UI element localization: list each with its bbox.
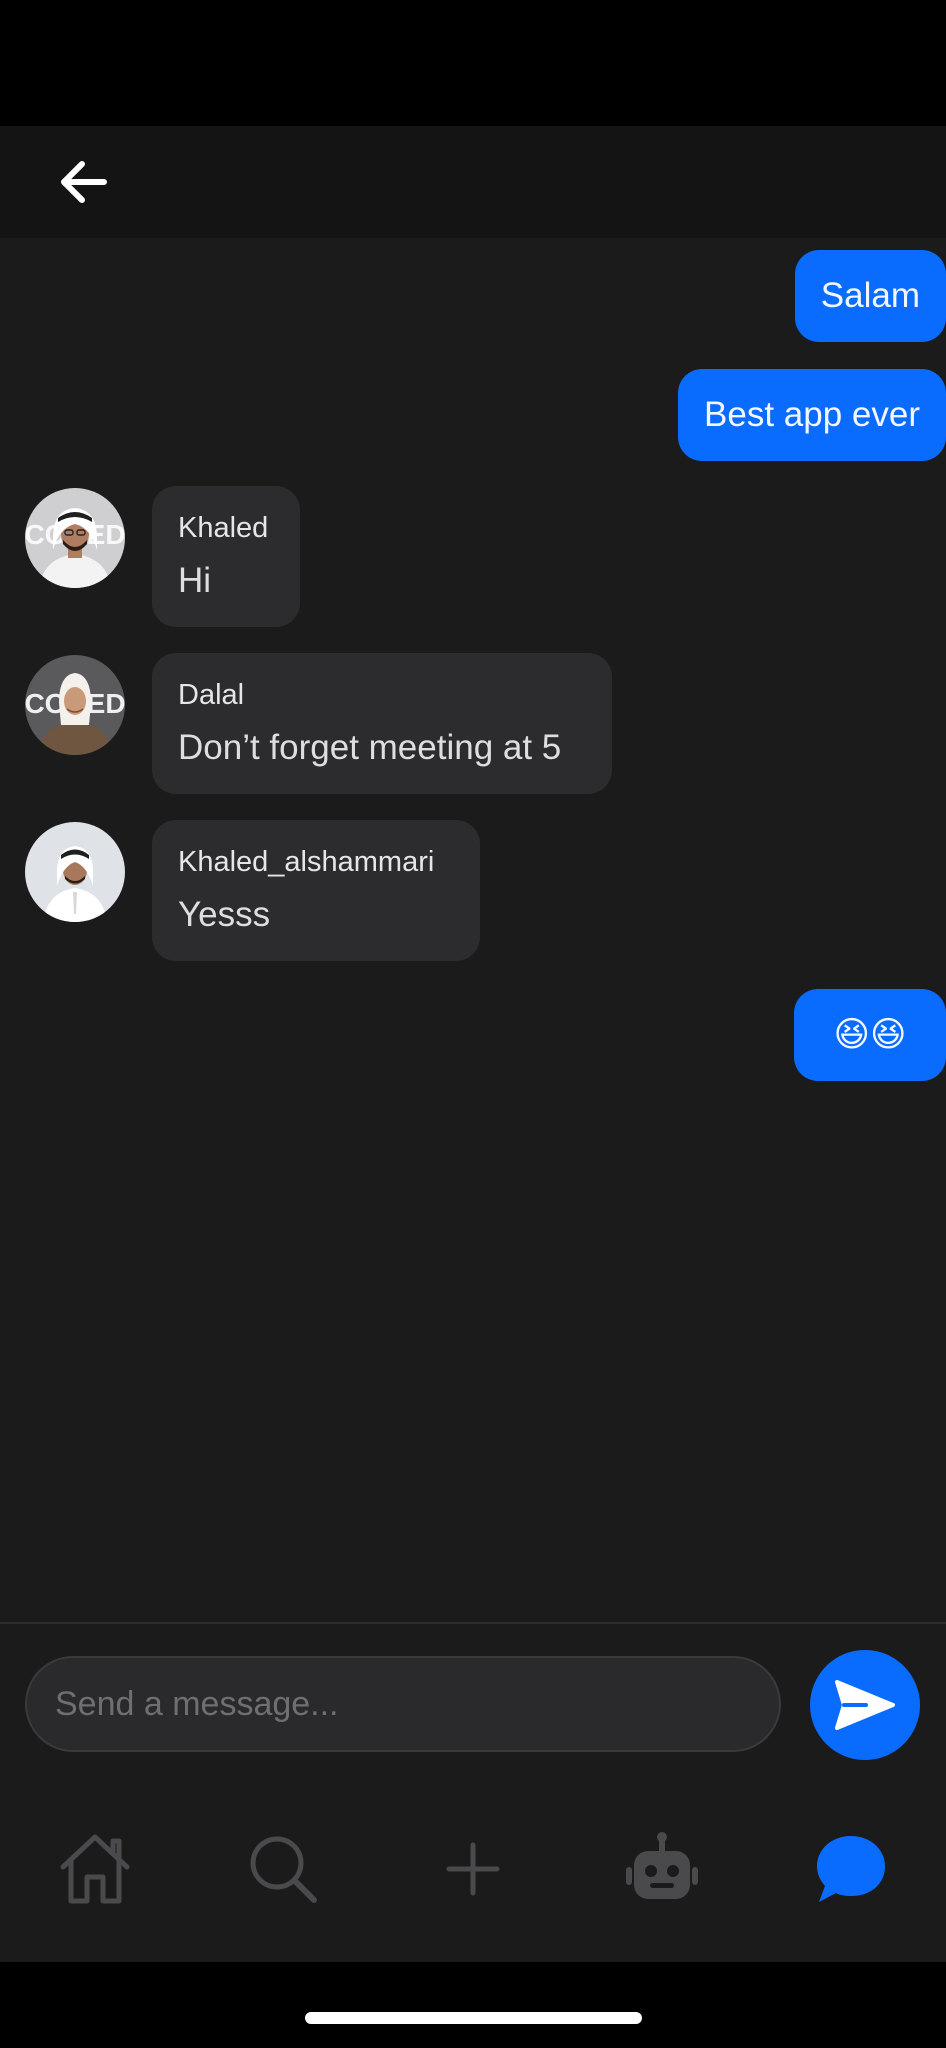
message-text: Hi xyxy=(178,561,212,600)
message-text: Best app ever xyxy=(704,395,920,434)
message-list[interactable]: Salam Best app ever CODED Khaled Hi CODE… xyxy=(0,238,946,1622)
outgoing-message[interactable]: Best app ever xyxy=(678,369,946,461)
incoming-message[interactable]: Dalal Don’t forget meeting at 5 xyxy=(152,653,612,794)
tab-search[interactable] xyxy=(238,1824,328,1914)
chat-header xyxy=(0,126,946,238)
tab-bot[interactable] xyxy=(617,1824,707,1914)
message-composer xyxy=(0,1624,946,1784)
avatar[interactable]: CODED xyxy=(25,655,125,755)
home-icon xyxy=(60,1834,130,1904)
chat-bubble-icon xyxy=(817,1836,885,1902)
avatar[interactable]: CODED xyxy=(25,488,125,588)
sender-name: Khaled_alshammari xyxy=(178,846,435,878)
search-icon xyxy=(250,1836,317,1903)
message-text: Salam xyxy=(820,276,920,315)
message-text: Don’t forget meeting at 5 xyxy=(178,728,562,767)
outgoing-message[interactable]: 😆😆 xyxy=(794,989,946,1081)
send-button[interactable] xyxy=(810,1650,920,1760)
tab-create[interactable] xyxy=(428,1824,518,1914)
sender-name: Khaled xyxy=(178,512,269,544)
home-indicator-area xyxy=(0,1962,946,2048)
arrow-left-icon xyxy=(61,161,107,203)
back-button[interactable] xyxy=(52,154,114,210)
sender-name: Dalal xyxy=(178,679,245,711)
tab-chat[interactable] xyxy=(806,1824,896,1914)
message-input-container xyxy=(25,1656,781,1752)
plus-icon xyxy=(446,1842,500,1896)
bottom-tab-bar xyxy=(0,1784,946,1962)
avatar[interactable] xyxy=(25,822,125,922)
tab-home[interactable] xyxy=(50,1824,140,1914)
incoming-message[interactable]: Khaled Hi xyxy=(152,486,300,627)
home-indicator[interactable] xyxy=(305,2012,642,2024)
incoming-message[interactable]: Khaled_alshammari Yesss xyxy=(152,820,480,961)
message-input[interactable] xyxy=(27,1658,779,1750)
robot-icon xyxy=(626,1832,698,1899)
status-bar xyxy=(0,0,946,126)
send-icon xyxy=(835,1680,895,1730)
message-text: Yesss xyxy=(178,895,271,934)
message-text: 😆😆 xyxy=(833,1015,907,1054)
outgoing-message[interactable]: Salam xyxy=(794,250,946,342)
